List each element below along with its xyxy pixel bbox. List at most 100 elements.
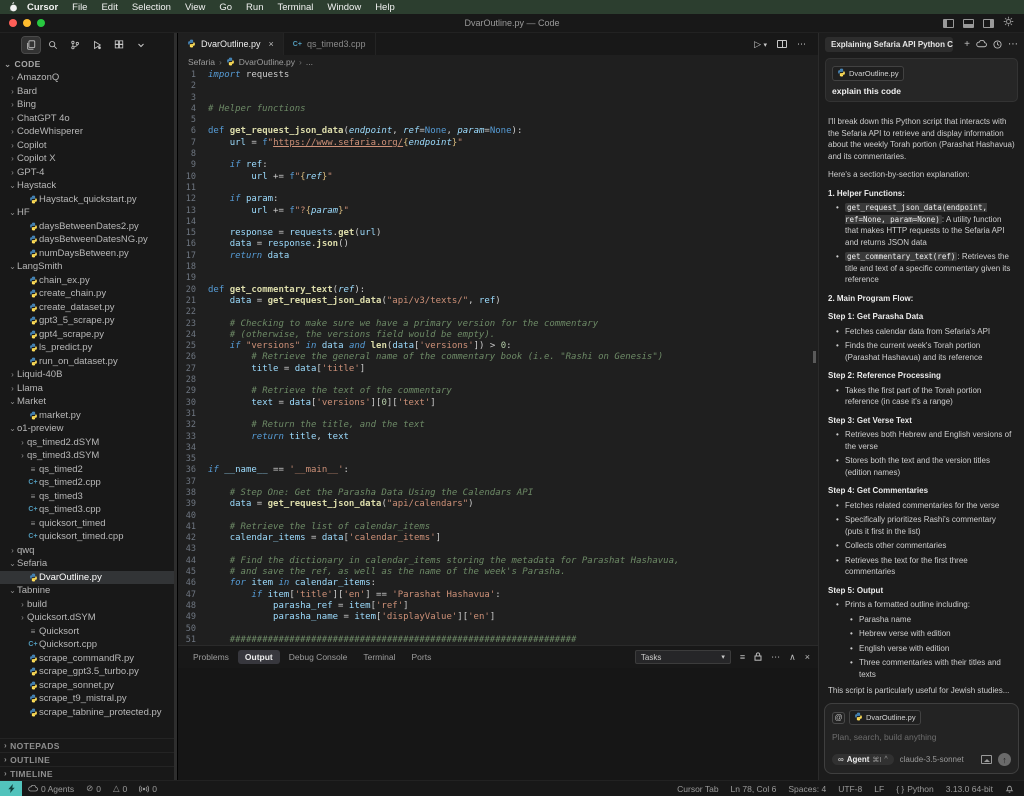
source-control-icon[interactable]: [66, 37, 84, 53]
tree-item-daysbetweendatesng-py[interactable]: daysBetweenDatesNG.py: [0, 233, 177, 247]
breadcrumb-item[interactable]: DvarOutline.py: [239, 57, 295, 67]
panel-tab-problems[interactable]: Problems: [186, 650, 236, 664]
tree-item-codewhisperer[interactable]: ›CodeWhisperer: [0, 125, 177, 139]
tree-item-create-chain-py[interactable]: create_chain.py: [0, 287, 177, 301]
tree-item-quicksort-timed[interactable]: ≡quicksort_timed: [0, 517, 177, 531]
maximize-panel-icon[interactable]: ∧: [789, 652, 796, 663]
tree-item-o1-preview[interactable]: ⌄o1-preview: [0, 422, 177, 436]
send-button[interactable]: ↑: [998, 753, 1011, 766]
tree-item-create-dataset-py[interactable]: create_dataset.py: [0, 301, 177, 315]
tree-item-copilot-x[interactable]: ›Copilot X: [0, 152, 177, 166]
search-icon[interactable]: [44, 37, 62, 53]
tree-item-haystack-quickstart-py[interactable]: Haystack_quickstart.py: [0, 193, 177, 207]
tree-item-qs-timed2[interactable]: ≡qs_timed2: [0, 463, 177, 477]
tree-item-scrape-commandr-py[interactable]: scrape_commandR.py: [0, 652, 177, 666]
tree-item-quicksort-timed-cpp[interactable]: C+quicksort_timed.cpp: [0, 530, 177, 544]
menu-item-cursor[interactable]: Cursor: [20, 2, 65, 13]
tree-item-qs-timed3-dsym[interactable]: ›qs_timed3.dSYM: [0, 449, 177, 463]
tree-item-quicksort-dsym[interactable]: ›Quicksort.dSYM: [0, 611, 177, 625]
tree-item-liquid-40b[interactable]: ›Liquid-40B: [0, 368, 177, 382]
more-actions-icon[interactable]: ⋯: [1008, 39, 1018, 50]
tree-item-qs-timed2-cpp[interactable]: C+qs_timed2.cpp: [0, 476, 177, 490]
split-editor-icon[interactable]: [777, 40, 787, 48]
tree-item-dvaroutline-py[interactable]: DvarOutline.py: [0, 571, 177, 585]
tree-item-market[interactable]: ⌄Market: [0, 395, 177, 409]
chevron-down-icon[interactable]: [132, 37, 150, 53]
panel-tab-debug-console[interactable]: Debug Console: [282, 650, 355, 664]
apple-logo-icon[interactable]: [6, 2, 20, 12]
tree-item-ls-predict-py[interactable]: ls_predict.py: [0, 341, 177, 355]
tree-item-langsmith[interactable]: ⌄LangSmith: [0, 260, 177, 274]
status-item-3-13-0-64-bit[interactable]: 3.13.0 64-bit: [940, 784, 999, 794]
tree-item-llama[interactable]: ›Llama: [0, 382, 177, 396]
code-editor[interactable]: 1import requests234# Helper functions56d…: [178, 69, 818, 645]
context-file-chip[interactable]: DvarOutline.py: [832, 66, 904, 81]
tree-item-qs-timed3-cpp[interactable]: C+qs_timed3.cpp: [0, 503, 177, 517]
toggle-secondary-sidebar-icon[interactable]: [983, 19, 994, 28]
status-item-ln-78-col-6[interactable]: Ln 78, Col 6: [725, 784, 783, 794]
menu-item-help[interactable]: Help: [368, 2, 402, 13]
explorer-section-header[interactable]: ⌄ CODE: [0, 57, 177, 71]
model-selector[interactable]: claude-3.5-sonnet: [900, 755, 964, 764]
tree-item-quicksort-cpp[interactable]: C+Quicksort.cpp: [0, 638, 177, 652]
tree-item-gpt-4[interactable]: ›GPT-4: [0, 166, 177, 180]
status-item-lf[interactable]: LF: [868, 784, 890, 794]
tree-item-bing[interactable]: ›Bing: [0, 98, 177, 112]
tree-item-scrape-t9-mistral-py[interactable]: scrape_t9_mistral.py: [0, 692, 177, 706]
tree-item-quicksort[interactable]: ≡Quicksort: [0, 625, 177, 639]
tree-item-qwq[interactable]: ›qwq: [0, 544, 177, 558]
tree-item-scrape-sonnet-py[interactable]: scrape_sonnet.py: [0, 679, 177, 693]
minimize-window-button[interactable]: [23, 19, 31, 27]
tree-item-numdaysbetween-py[interactable]: numDaysBetween.py: [0, 247, 177, 261]
breadcrumb-item[interactable]: Sefaria: [188, 57, 215, 67]
agent-mode-selector[interactable]: ∞ Agent ⌘I ^: [832, 754, 894, 765]
tree-item-haystack[interactable]: ⌄Haystack: [0, 179, 177, 193]
tree-item-tabnine[interactable]: ⌄Tabnine: [0, 584, 177, 598]
output-panel-content[interactable]: [178, 668, 818, 780]
output-view-icon[interactable]: ≡: [740, 652, 745, 662]
status-item-python[interactable]: { }Python: [890, 784, 940, 794]
more-actions-icon[interactable]: ⋯: [771, 652, 780, 663]
toggle-panel-icon[interactable]: [963, 19, 974, 28]
tree-item-daysbetweendates2-py[interactable]: daysBetweenDates2.py: [0, 220, 177, 234]
sidebar-section-notepads[interactable]: ›NOTEPADS: [0, 738, 177, 752]
menu-item-file[interactable]: File: [65, 2, 94, 13]
menu-item-selection[interactable]: Selection: [125, 2, 178, 13]
add-context-button[interactable]: @: [832, 712, 845, 724]
attach-image-icon[interactable]: [981, 755, 992, 764]
close-panel-icon[interactable]: ×: [805, 652, 810, 662]
tree-item-qs-timed3[interactable]: ≡qs_timed3: [0, 490, 177, 504]
context-file-chip[interactable]: DvarOutline.py: [849, 710, 921, 725]
tree-item-gpt3-5-scrape-py[interactable]: gpt3_5_scrape.py: [0, 314, 177, 328]
tree-item-scrape-gpt3-5-turbo-py[interactable]: scrape_gpt3.5_turbo.py: [0, 665, 177, 679]
editor-tab-dvaroutline-py[interactable]: DvarOutline.py×: [178, 33, 284, 55]
panel-tab-terminal[interactable]: Terminal: [356, 650, 402, 664]
panel-tab-output[interactable]: Output: [238, 650, 280, 664]
run-debug-icon[interactable]: [88, 37, 106, 53]
chat-input-box[interactable]: @ DvarOutline.py Plan, search, build any…: [824, 703, 1019, 774]
remote-indicator-button[interactable]: [0, 781, 22, 796]
cloud-icon[interactable]: [976, 40, 987, 48]
new-chat-icon[interactable]: +: [964, 39, 970, 50]
close-window-button[interactable]: [9, 19, 17, 27]
tree-item-chatgpt-4o[interactable]: ›ChatGPT 4o: [0, 112, 177, 126]
close-tab-icon[interactable]: ×: [269, 39, 274, 49]
tree-item-build[interactable]: ›build: [0, 598, 177, 612]
lock-scroll-icon[interactable]: [754, 648, 762, 666]
status-item-bell-icon[interactable]: [999, 784, 1020, 793]
tree-item-chain-ex-py[interactable]: chain_ex.py: [0, 274, 177, 288]
sidebar-section-timeline[interactable]: ›TIMELINE: [0, 766, 177, 780]
status-item-cursor-tab[interactable]: Cursor Tab: [671, 784, 724, 794]
status-item-spaces-4[interactable]: Spaces: 4: [782, 784, 832, 794]
status-item-utf-8[interactable]: UTF-8: [832, 784, 868, 794]
tree-item-gpt4-scrape-py[interactable]: gpt4_scrape.py: [0, 328, 177, 342]
menu-item-view[interactable]: View: [178, 2, 212, 13]
panel-tab-ports[interactable]: Ports: [405, 650, 439, 664]
zoom-window-button[interactable]: [37, 19, 45, 27]
tree-item-bard[interactable]: ›Bard: [0, 85, 177, 99]
menu-item-edit[interactable]: Edit: [94, 2, 124, 13]
tree-item-run-on-dataset-py[interactable]: run_on_dataset.py: [0, 355, 177, 369]
tree-item-amazonq[interactable]: ›AmazonQ: [0, 71, 177, 85]
status-errors[interactable]: ⊘0: [80, 783, 107, 794]
history-icon[interactable]: [993, 40, 1002, 49]
